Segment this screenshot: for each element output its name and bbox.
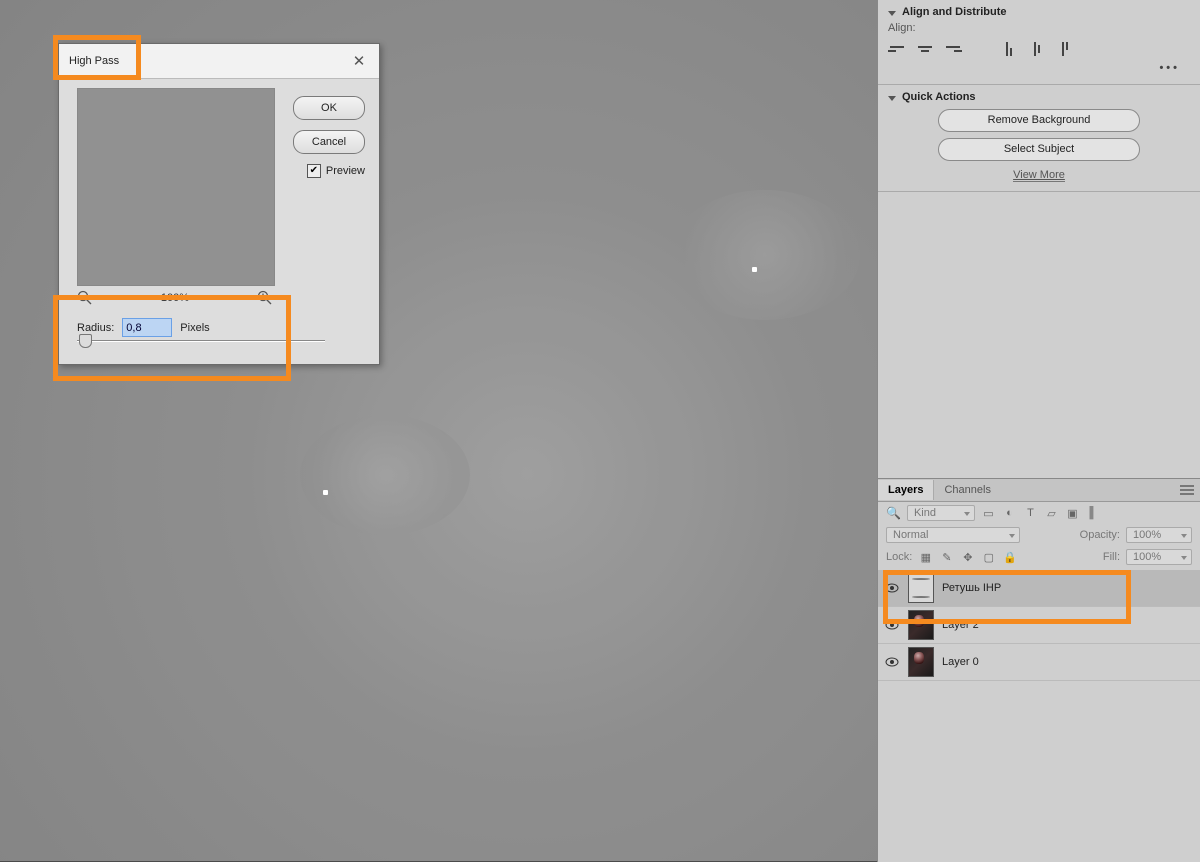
visibility-toggle-icon[interactable] xyxy=(884,580,900,596)
face-eye-left xyxy=(300,415,470,535)
filter-toggle-icon[interactable]: ▌ xyxy=(1086,506,1101,520)
tab-layers[interactable]: Layers xyxy=(878,480,934,500)
tab-channels[interactable]: Channels xyxy=(934,480,1000,500)
align-top-icon[interactable] xyxy=(1000,40,1018,58)
high-pass-dialog: High Pass ✕ 100% OK Cancel ✔ Preview Rad… xyxy=(58,43,380,365)
align-center-v-icon[interactable] xyxy=(1028,40,1046,58)
layer-thumbnail[interactable] xyxy=(908,647,934,677)
select-subject-button[interactable]: Select Subject xyxy=(938,138,1140,161)
zoom-value: 100% xyxy=(161,292,189,304)
lock-pixels-icon[interactable]: ✎ xyxy=(939,550,954,564)
panel-menu-icon[interactable] xyxy=(1180,485,1194,495)
radius-unit: Pixels xyxy=(180,322,209,334)
lock-all-icon[interactable]: 🔒 xyxy=(1002,550,1017,564)
more-options-icon[interactable]: ••• xyxy=(888,62,1190,74)
zoom-out-icon[interactable] xyxy=(77,290,93,306)
dialog-body: 100% OK Cancel ✔ Preview Radius: Pixels xyxy=(59,78,379,364)
layer-thumbnail[interactable] xyxy=(908,573,934,603)
layer-filter-row: 🔍 Kind ▭ ◐ T ▱ ▣ ▌ xyxy=(878,502,1200,524)
zoom-row: 100% xyxy=(77,290,273,306)
section-header-quick[interactable]: Quick Actions xyxy=(888,91,1190,103)
zoom-in-icon[interactable] xyxy=(257,290,273,306)
face-eye-right xyxy=(670,190,860,320)
opacity-value[interactable]: 100% xyxy=(1126,527,1192,543)
fill-value[interactable]: 100% xyxy=(1126,549,1192,565)
lock-position-icon[interactable]: ✥ xyxy=(960,550,975,564)
search-icon: 🔍 xyxy=(886,506,901,520)
opacity-label: Opacity: xyxy=(1080,529,1120,541)
layers-panel: Layers Channels 🔍 Kind ▭ ◐ T ▱ ▣ ▌ Norma… xyxy=(877,478,1200,862)
panel-tabs: Layers Channels xyxy=(878,479,1200,502)
lock-artboard-icon[interactable]: ▢ xyxy=(981,550,996,564)
filter-preview[interactable] xyxy=(77,88,275,286)
filter-pixel-icon[interactable]: ▭ xyxy=(981,506,996,520)
filter-shape-icon[interactable]: ▱ xyxy=(1044,506,1059,520)
align-bottom-icon[interactable] xyxy=(1056,40,1074,58)
layer-name[interactable]: Layer 0 xyxy=(942,656,979,668)
dialog-titlebar[interactable]: High Pass ✕ xyxy=(59,44,379,79)
filter-smart-icon[interactable]: ▣ xyxy=(1065,506,1080,520)
specular-1 xyxy=(323,490,328,495)
align-icons-row xyxy=(888,40,1190,58)
specular-2 xyxy=(752,267,757,272)
radius-label: Radius: xyxy=(77,322,114,334)
blend-opacity-row: Normal Opacity: 100% xyxy=(878,524,1200,546)
visibility-toggle-icon[interactable] xyxy=(884,617,900,633)
dialog-title: High Pass xyxy=(69,55,119,67)
blend-mode-dropdown[interactable]: Normal xyxy=(886,527,1020,543)
fill-label: Fill: xyxy=(1103,551,1120,563)
section-header-align[interactable]: Align and Distribute xyxy=(888,6,1190,18)
preview-checkbox[interactable]: ✔ xyxy=(307,164,321,178)
layer-row[interactable]: Ретушь IHP xyxy=(878,570,1200,607)
filter-adjust-icon[interactable]: ◐ xyxy=(1002,506,1017,520)
filter-kind-dropdown[interactable]: Kind xyxy=(907,505,975,521)
preview-label: Preview xyxy=(326,165,365,177)
slider-knob[interactable] xyxy=(79,334,92,348)
visibility-toggle-icon[interactable] xyxy=(884,654,900,670)
lock-transparency-icon[interactable]: ▦ xyxy=(918,550,933,564)
layer-name[interactable]: Layer 2 xyxy=(942,619,979,631)
view-more-link[interactable]: View More xyxy=(1013,169,1065,182)
slider-track xyxy=(77,340,325,342)
align-right-icon[interactable] xyxy=(944,40,962,58)
align-label: Align: xyxy=(888,22,1190,34)
quick-actions-section: Quick Actions Remove Background Select S… xyxy=(878,85,1200,192)
lock-label: Lock: xyxy=(886,551,912,563)
align-distribute-section: Align and Distribute Align: ••• xyxy=(878,0,1200,85)
layer-thumbnail[interactable] xyxy=(908,610,934,640)
ok-button[interactable]: OK xyxy=(293,96,365,120)
layer-row[interactable]: Layer 0 xyxy=(878,644,1200,681)
lock-fill-row: Lock: ▦ ✎ ✥ ▢ 🔒 Fill: 100% xyxy=(878,546,1200,568)
radius-slider[interactable] xyxy=(77,340,325,342)
remove-background-button[interactable]: Remove Background xyxy=(938,109,1140,132)
layer-row[interactable]: Layer 2 xyxy=(878,607,1200,644)
close-icon[interactable]: ✕ xyxy=(349,52,369,70)
radius-row: Radius: Pixels xyxy=(77,318,210,337)
properties-panel: Align and Distribute Align: ••• Quick Ac… xyxy=(877,0,1200,478)
section-title: Align and Distribute xyxy=(902,6,1007,18)
preview-checkbox-row[interactable]: ✔ Preview xyxy=(307,164,365,178)
layer-list: Ретушь IHP Layer 2 Layer 0 xyxy=(878,568,1200,681)
filter-type-icon[interactable]: T xyxy=(1023,506,1038,520)
align-left-icon[interactable] xyxy=(888,40,906,58)
align-center-h-icon[interactable] xyxy=(916,40,934,58)
layer-name[interactable]: Ретушь IHP xyxy=(942,582,1001,594)
radius-input[interactable] xyxy=(122,318,172,337)
section-title: Quick Actions xyxy=(902,91,976,103)
cancel-button[interactable]: Cancel xyxy=(293,130,365,154)
